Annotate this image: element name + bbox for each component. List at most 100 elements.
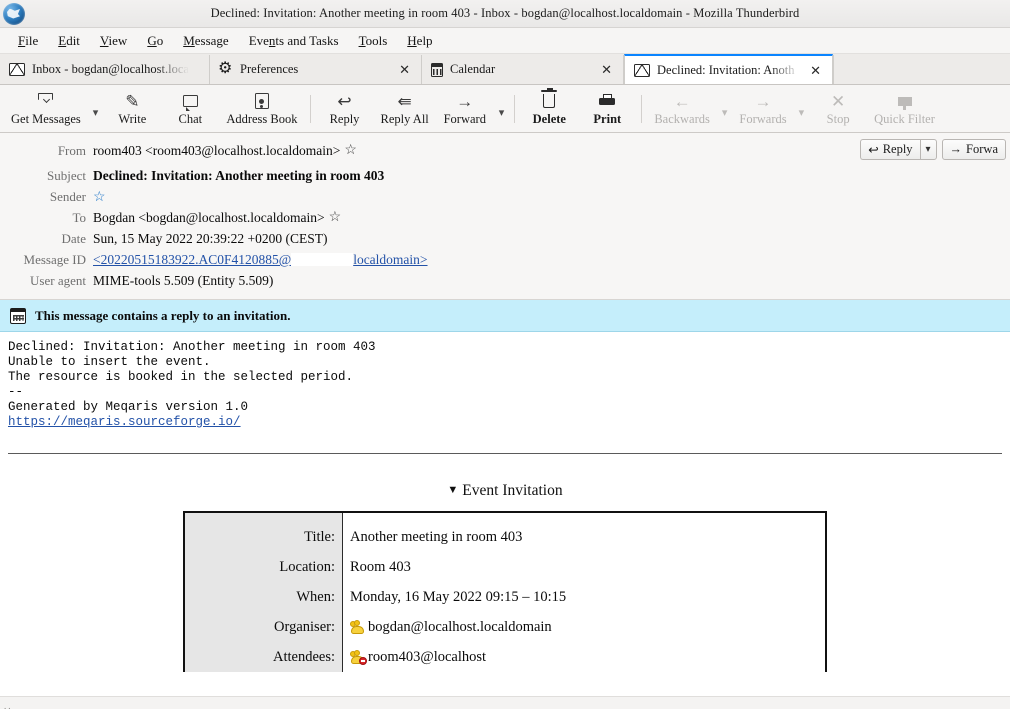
- star-icon[interactable]: ☆: [329, 210, 342, 225]
- triangle-down-icon[interactable]: ▼: [447, 484, 458, 496]
- forward-button[interactable]: → Forward: [436, 90, 494, 128]
- toolbar-separator: [641, 94, 643, 123]
- button-label: Reply: [329, 111, 360, 126]
- event-invitation-heading[interactable]: ▼ Event Invitation: [8, 482, 1002, 500]
- tab-close-button[interactable]: ✕: [808, 64, 823, 77]
- subject-value: Declined: Invitation: Another meeting in…: [93, 168, 385, 183]
- organiser-entry: bogdan@localhost.localdomain: [350, 612, 552, 642]
- quick-filter-button[interactable]: Quick Filter: [867, 90, 942, 128]
- message-id-link[interactable]: <20220515183922.AC0F4120885@ localdomain>: [93, 251, 428, 268]
- tab-calendar[interactable]: Calendar ✕: [422, 55, 624, 84]
- message-id-suffix: localdomain>: [353, 252, 428, 267]
- arrow-right-icon: →: [754, 91, 772, 111]
- header-row-from: From room403 <room403@localhost.localdom…: [0, 140, 1010, 161]
- chat-bubble-icon: [182, 92, 198, 111]
- invitation-notification-bar[interactable]: This message contains a reply to an invi…: [0, 300, 1010, 332]
- trash-icon: [541, 88, 558, 111]
- tab-close-button[interactable]: ✕: [397, 63, 412, 76]
- forwards-button[interactable]: → Forwards: [732, 90, 793, 128]
- menu-edit[interactable]: Edit: [48, 30, 90, 52]
- organiser-label: Organiser:: [274, 619, 335, 635]
- button-label: Print: [593, 111, 622, 126]
- menu-go[interactable]: Go: [137, 30, 173, 52]
- forwards-dropdown[interactable]: ▾: [794, 106, 810, 119]
- envelope-icon: [634, 63, 650, 77]
- message-header-pane: ↩ Reply ▾ → Forwa From room403 <room403@…: [0, 133, 1010, 300]
- funnel-icon: [897, 92, 912, 111]
- tab-preferences[interactable]: Preferences ✕: [210, 55, 422, 84]
- reply-label: Reply: [882, 142, 913, 156]
- arrow-left-icon: ←: [673, 91, 691, 111]
- header-row-date: Date Sun, 15 May 2022 20:39:22 +0200 (CE…: [0, 228, 1010, 249]
- forward-button-header[interactable]: → Forwa: [941, 139, 1006, 160]
- write-button[interactable]: ✎ Write: [103, 90, 161, 128]
- when-label: When:: [296, 589, 335, 605]
- sender-value[interactable]: ☆: [93, 191, 106, 205]
- print-button[interactable]: Print: [578, 90, 636, 128]
- button-label: Get Messages: [11, 111, 81, 126]
- organiser-email: bogdan@localhost.localdomain: [368, 619, 552, 635]
- tab-inbox[interactable]: Inbox - bogdan@localhost.loca: [0, 55, 210, 84]
- address-book-button[interactable]: Address Book: [219, 90, 304, 128]
- message-id-prefix: <20220515183922.AC0F4120885@: [93, 252, 292, 267]
- calendar-icon: [431, 62, 443, 77]
- to-value[interactable]: Bogdan <bogdan@localhost.localdomain> ☆: [93, 209, 341, 226]
- get-messages-dropdown[interactable]: ▾: [88, 106, 104, 119]
- forward-dropdown[interactable]: ▾: [494, 106, 510, 119]
- star-icon[interactable]: ☆: [344, 143, 357, 158]
- person-declined-icon: [350, 650, 367, 665]
- get-messages-button[interactable]: Get Messages: [4, 90, 88, 128]
- signature-separator: --: [8, 385, 24, 399]
- menu-events-and-tasks[interactable]: Events and Tasks: [239, 30, 349, 52]
- backwards-button[interactable]: ← Backwards: [647, 90, 717, 128]
- reply-button[interactable]: ↩ Reply: [316, 90, 374, 128]
- backwards-dropdown[interactable]: ▾: [717, 106, 733, 119]
- address-book-icon: [254, 92, 269, 111]
- stop-button[interactable]: ✕ Stop: [809, 90, 867, 128]
- chat-button[interactable]: Chat: [161, 90, 219, 128]
- forward-arrow-icon: →: [949, 142, 963, 156]
- generated-by-text: Generated by Meqaris version 1.0: [8, 400, 249, 414]
- header-row-to: To Bogdan <bogdan@localhost.localdomain>…: [0, 207, 1010, 228]
- tab-close-button[interactable]: ✕: [599, 63, 614, 76]
- main-toolbar: Get Messages ▾ ✎ Write Chat Address Book…: [0, 85, 1010, 133]
- get-messages-icon: [38, 92, 54, 111]
- tab-label: Declined: Invitation: Anoth: [657, 62, 795, 77]
- toolbar-separator: [514, 94, 516, 123]
- tab-label: Inbox - bogdan@localhost.loca: [32, 62, 189, 76]
- title-label: Title:: [304, 529, 335, 545]
- header-row-sender: Sender ☆: [0, 186, 1010, 207]
- reply-dropdown[interactable]: ▾: [919, 139, 937, 160]
- button-label: Write: [118, 111, 147, 126]
- subject-label: Subject: [47, 168, 86, 183]
- resize-grip[interactable]: ..: [4, 701, 13, 709]
- tab-label: Preferences: [240, 62, 299, 76]
- reply-split-button[interactable]: ↩ Reply ▾: [860, 139, 937, 160]
- button-label: Chat: [178, 111, 203, 126]
- tab-declined-invitation[interactable]: Declined: Invitation: Anoth ✕: [624, 54, 833, 84]
- button-label: Delete: [532, 111, 566, 126]
- from-text: room403 <room403@localhost.localdomain>: [93, 143, 341, 158]
- thunderbird-logo-icon: [3, 2, 25, 25]
- button-label: Forward: [443, 111, 486, 126]
- star-icon[interactable]: ☆: [93, 191, 106, 205]
- sender-label: Sender: [49, 189, 86, 204]
- attendee-email: room403@localhost: [368, 649, 487, 665]
- menu-view[interactable]: View: [90, 30, 137, 52]
- reply-all-button[interactable]: ⇚ Reply All: [374, 90, 436, 128]
- menu-help[interactable]: Help: [397, 30, 442, 52]
- message-body: Declined: Invitation: Another meeting in…: [0, 332, 1010, 672]
- close-x-icon: ✕: [831, 91, 846, 111]
- menu-tools[interactable]: Tools: [349, 30, 398, 52]
- tab-label: Calendar: [450, 62, 496, 76]
- message-id-value[interactable]: <20220515183922.AC0F4120885@ localdomain>: [93, 251, 428, 268]
- menu-file[interactable]: File: [8, 30, 48, 52]
- reply-arrow-icon: ↩: [337, 91, 352, 111]
- delete-button[interactable]: Delete: [520, 88, 578, 128]
- menu-message[interactable]: Message: [173, 30, 239, 52]
- from-value[interactable]: room403 <room403@localhost.localdomain> …: [93, 142, 357, 159]
- meqaris-link[interactable]: https://meqaris.sourceforge.io/: [8, 415, 1002, 430]
- reply-button-header[interactable]: ↩ Reply: [860, 139, 920, 160]
- event-invitation-table: Title: Location: When: Organiser: Attend…: [183, 511, 827, 672]
- header-row-user-agent: User agent MIME-tools 5.509 (Entity 5.50…: [0, 270, 1010, 291]
